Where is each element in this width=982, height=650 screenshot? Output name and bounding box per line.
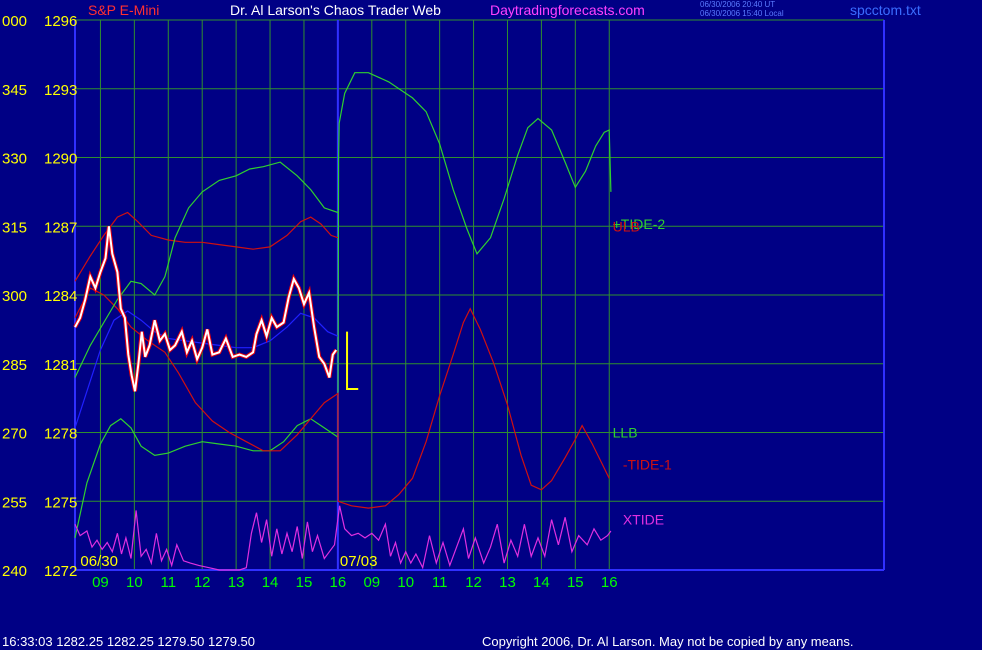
y-angle-label: 285 bbox=[2, 357, 27, 374]
x-tick-label: 15 bbox=[296, 574, 313, 591]
scale-marker bbox=[346, 331, 359, 390]
copyright-notice: Copyright 2006, Dr. Al Larson. May not b… bbox=[482, 634, 854, 649]
x-tick-label: 16 bbox=[330, 574, 347, 591]
series-line-ulb bbox=[74, 211, 339, 282]
date-label: 07/03 bbox=[340, 553, 378, 570]
x-tick-label: 12 bbox=[465, 574, 482, 591]
y-price-label: 1284 bbox=[44, 288, 77, 305]
y-price-label: 1281 bbox=[44, 357, 77, 374]
x-tick-label: 11 bbox=[432, 574, 448, 591]
y-price-label: 1272 bbox=[44, 563, 77, 580]
series-line-avg bbox=[74, 310, 339, 429]
y-angle-label: 000 bbox=[2, 13, 27, 30]
x-tick-label: 14 bbox=[533, 574, 550, 591]
price-line-shadow bbox=[73, 226, 338, 392]
y-price-label: 1278 bbox=[44, 426, 77, 443]
curve-label-ulb: ULB bbox=[613, 218, 640, 234]
x-tick-label: 12 bbox=[194, 574, 211, 591]
x-tick-label: 10 bbox=[126, 574, 143, 591]
y-angle-label: 345 bbox=[2, 82, 27, 99]
y-angle-label: 300 bbox=[2, 288, 27, 305]
date-label: 06/30 bbox=[80, 553, 118, 570]
x-tick-label: 09 bbox=[92, 574, 109, 591]
y-angle-label: 315 bbox=[2, 219, 27, 236]
x-tick-label: 10 bbox=[397, 574, 414, 591]
chart-area: 000 1296 345 1293 330 1290 315 1287 300 1284 285 12… bbox=[2, 13, 885, 591]
y-price-label: 1287 bbox=[44, 219, 77, 236]
y-angle-label: 240 bbox=[2, 563, 27, 580]
x-tick-label: 13 bbox=[499, 574, 516, 591]
last-quote: 16:33:03 1282.25 1282.25 1279.50 1279.50 bbox=[2, 634, 256, 649]
x-tick-label: 16 bbox=[601, 574, 618, 591]
x-tick-label: 11 bbox=[160, 574, 176, 591]
series-line-tide-2 bbox=[74, 72, 612, 539]
series-line-llb bbox=[74, 161, 339, 378]
y-price-label: 1296 bbox=[44, 13, 77, 30]
x-tick-label: 14 bbox=[262, 574, 279, 591]
x-tick-label: 13 bbox=[228, 574, 245, 591]
price-line bbox=[74, 226, 338, 392]
y-angle-label: 330 bbox=[2, 151, 27, 168]
curve-label-tide-1: -TIDE-1 bbox=[623, 457, 672, 473]
grid-lines bbox=[74, 19, 885, 571]
y-price-label: 1275 bbox=[44, 494, 77, 511]
x-tick-label: 09 bbox=[363, 574, 380, 591]
y-price-label: 1293 bbox=[44, 82, 77, 99]
x-tick-label: 15 bbox=[567, 574, 584, 591]
y-angle-label: 270 bbox=[2, 426, 27, 443]
y-price-label: 1290 bbox=[44, 151, 77, 168]
curve-label-xtide: XTIDE bbox=[623, 512, 664, 528]
y-angle-label: 255 bbox=[2, 494, 27, 511]
curve-label-llb: LLB bbox=[613, 425, 638, 441]
series-lines bbox=[73, 72, 612, 571]
